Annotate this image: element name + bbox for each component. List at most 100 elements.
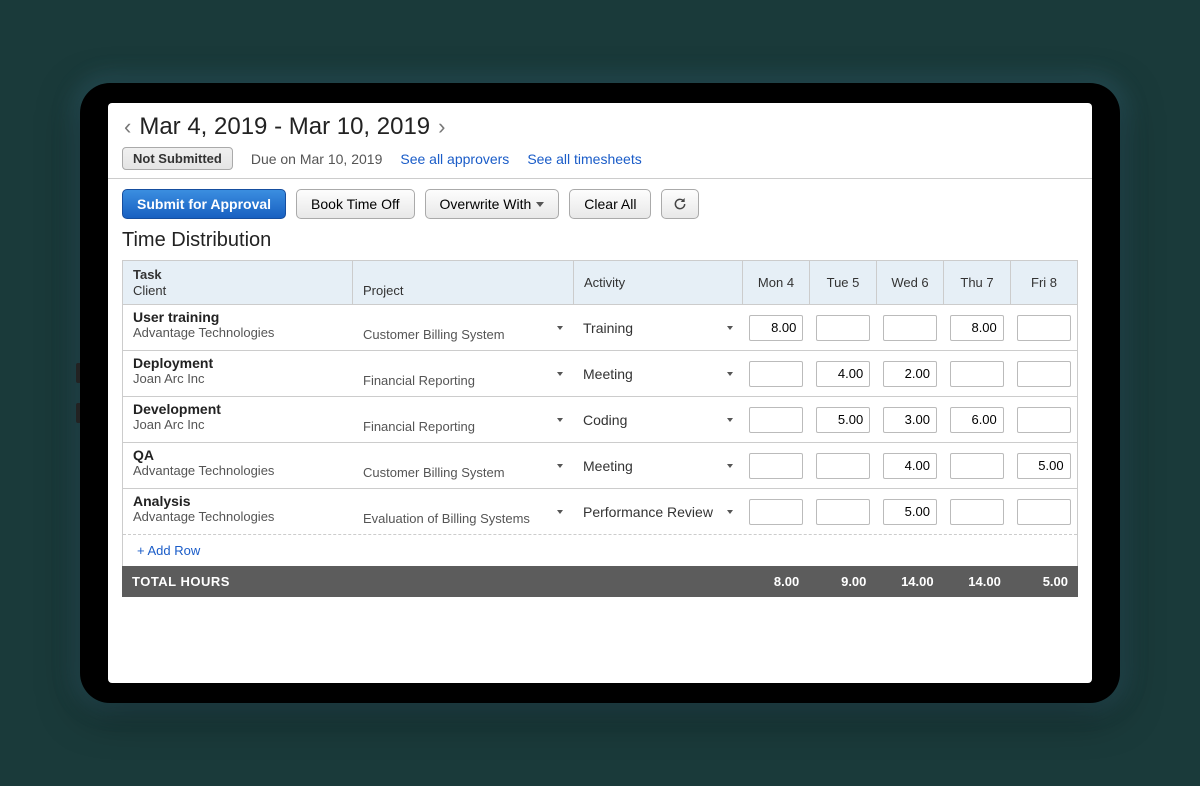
col-day-fri[interactable]: Fri 8 (1031, 275, 1057, 290)
refresh-icon (672, 196, 688, 212)
table-row: QAAdvantage Technologies Customer Billing… (123, 443, 1077, 489)
total-thu: 14.00 (944, 572, 1011, 591)
time-input[interactable] (749, 453, 803, 479)
chevron-down-icon[interactable] (727, 510, 733, 514)
chevron-down-icon[interactable] (557, 418, 563, 422)
project-name: Financial Reporting (363, 373, 475, 392)
total-mon: 8.00 (742, 572, 809, 591)
table-row: User trainingAdvantage Technologies Custo… (123, 305, 1077, 351)
time-input[interactable] (950, 499, 1004, 525)
task-name: Development (133, 401, 343, 417)
col-task-label: Task (133, 267, 342, 282)
timesheet-grid: Task Client Project Activity Mon 4 Tue 5… (122, 260, 1078, 535)
col-client-label: Client (133, 283, 166, 298)
col-project-label: Project (363, 283, 403, 298)
client-name: Advantage Technologies (133, 325, 343, 340)
chevron-down-icon[interactable] (727, 464, 733, 468)
time-input[interactable] (883, 315, 937, 341)
time-input[interactable] (1017, 361, 1071, 387)
time-input[interactable] (950, 315, 1004, 341)
tablet-frame: ‹ Mar 4, 2019 - Mar 10, 2019 › Not Submi… (80, 83, 1120, 703)
overwrite-label: Overwrite With (440, 196, 532, 212)
add-row-link[interactable]: + Add Row (122, 535, 1078, 566)
time-input[interactable] (816, 499, 870, 525)
client-name: Advantage Technologies (133, 463, 343, 478)
col-day-thu[interactable]: Thu 7 (960, 275, 993, 290)
chevron-down-icon[interactable] (557, 372, 563, 376)
activity-name: Meeting (583, 458, 633, 474)
col-day-wed[interactable]: Wed 6 (891, 275, 928, 290)
submit-button[interactable]: Submit for Approval (122, 189, 286, 219)
screen: ‹ Mar 4, 2019 - Mar 10, 2019 › Not Submi… (108, 103, 1092, 683)
activity-name: Training (583, 320, 633, 336)
project-name: Customer Billing System (363, 465, 505, 484)
book-time-off-button[interactable]: Book Time Off (296, 189, 414, 219)
time-input[interactable] (883, 499, 937, 525)
col-day-mon[interactable]: Mon 4 (758, 275, 794, 290)
date-navigation: ‹ Mar 4, 2019 - Mar 10, 2019 › (122, 113, 1078, 141)
chevron-down-icon[interactable] (727, 418, 733, 422)
time-input[interactable] (1017, 407, 1071, 433)
time-input[interactable] (1017, 499, 1071, 525)
time-input[interactable] (816, 361, 870, 387)
time-input[interactable] (816, 407, 870, 433)
time-input[interactable] (816, 315, 870, 341)
activity-name: Meeting (583, 366, 633, 382)
time-input[interactable] (749, 361, 803, 387)
table-row: DevelopmentJoan Arc Inc Financial Reporti… (123, 397, 1077, 443)
client-name: Joan Arc Inc (133, 371, 343, 386)
section-title: Time Distribution (108, 229, 1092, 260)
task-name: Analysis (133, 493, 343, 509)
client-name: Advantage Technologies (133, 509, 343, 524)
chevron-down-icon[interactable] (727, 326, 733, 330)
header-bar: ‹ Mar 4, 2019 - Mar 10, 2019 › Not Submi… (108, 103, 1092, 179)
time-input[interactable] (950, 453, 1004, 479)
see-approvers-link[interactable]: See all approvers (400, 151, 509, 167)
project-name: Financial Reporting (363, 419, 475, 438)
col-activity-label: Activity (584, 275, 625, 290)
activity-name: Coding (583, 412, 627, 428)
meta-row: Not Submitted Due on Mar 10, 2019 See al… (122, 147, 1078, 170)
chevron-down-icon[interactable] (557, 510, 563, 514)
time-input[interactable] (749, 315, 803, 341)
total-fri: 5.00 (1011, 572, 1078, 591)
chevron-down-icon[interactable] (557, 326, 563, 330)
time-input[interactable] (883, 361, 937, 387)
table-row: DeploymentJoan Arc Inc Financial Reportin… (123, 351, 1077, 397)
totals-row: TOTAL HOURS 8.00 9.00 14.00 14.00 5.00 (122, 566, 1078, 597)
total-tue: 9.00 (809, 572, 876, 591)
time-input[interactable] (883, 407, 937, 433)
date-range: Mar 4, 2019 - Mar 10, 2019 (139, 113, 430, 141)
time-input[interactable] (749, 407, 803, 433)
client-name: Joan Arc Inc (133, 417, 343, 432)
totals-label: TOTAL HOURS (122, 572, 742, 591)
task-name: User training (133, 309, 343, 325)
status-badge: Not Submitted (122, 147, 233, 170)
refresh-button[interactable] (661, 189, 699, 219)
col-day-tue[interactable]: Tue 5 (827, 275, 860, 290)
grid-header: Task Client Project Activity Mon 4 Tue 5… (123, 261, 1077, 305)
time-input[interactable] (883, 453, 937, 479)
chevron-down-icon (536, 202, 544, 207)
task-name: QA (133, 447, 343, 463)
next-week-icon[interactable]: › (436, 114, 447, 140)
time-input[interactable] (950, 407, 1004, 433)
total-wed: 14.00 (876, 572, 943, 591)
project-name: Evaluation of Billing Systems (363, 511, 530, 530)
time-input[interactable] (1017, 315, 1071, 341)
overwrite-with-button[interactable]: Overwrite With (425, 189, 560, 219)
project-name: Customer Billing System (363, 327, 505, 346)
due-text: Due on Mar 10, 2019 (251, 151, 383, 167)
time-input[interactable] (749, 499, 803, 525)
clear-all-button[interactable]: Clear All (569, 189, 651, 219)
prev-week-icon[interactable]: ‹ (122, 114, 133, 140)
time-input[interactable] (816, 453, 870, 479)
see-timesheets-link[interactable]: See all timesheets (527, 151, 641, 167)
time-input[interactable] (950, 361, 1004, 387)
action-bar: Submit for Approval Book Time Off Overwr… (108, 179, 1092, 229)
task-name: Deployment (133, 355, 343, 371)
time-input[interactable] (1017, 453, 1071, 479)
table-row: AnalysisAdvantage Technologies Evaluation… (123, 489, 1077, 535)
chevron-down-icon[interactable] (557, 464, 563, 468)
chevron-down-icon[interactable] (727, 372, 733, 376)
